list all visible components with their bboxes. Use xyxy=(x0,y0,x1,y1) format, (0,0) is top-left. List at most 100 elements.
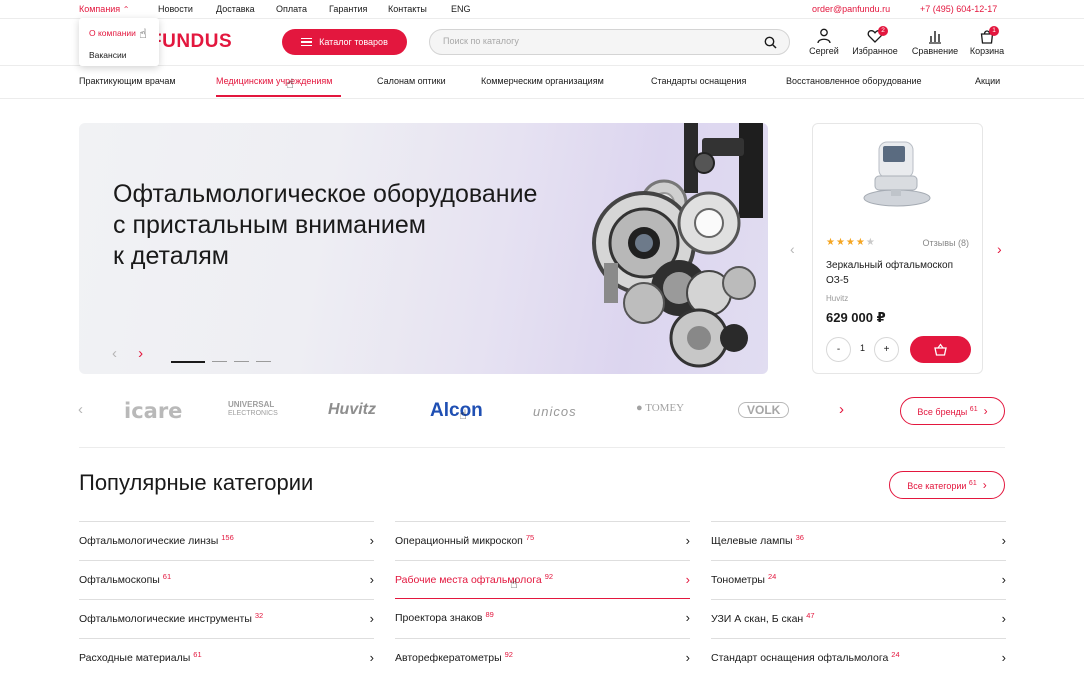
hero-dot-active[interactable] xyxy=(171,360,205,363)
company-menu[interactable]: Компания ⌃ xyxy=(79,4,129,14)
category-name: Авторефкератометры xyxy=(395,652,502,664)
category-count: 61 xyxy=(193,650,202,659)
category-row[interactable]: Операционный микроскоп 75 › xyxy=(395,521,690,560)
topbar-link-warranty[interactable]: Гарантия xyxy=(329,4,367,14)
category-row-hovered[interactable]: Рабочие места офтальмолога 92 › xyxy=(395,560,690,599)
brand-logo-universal[interactable]: UNIVERSAL ELECTRONICS xyxy=(228,401,278,418)
account-button[interactable]: Сергей xyxy=(806,28,842,56)
card-prev-arrow-icon[interactable]: ‹ xyxy=(790,241,795,257)
category-name: Операционный микроскоп xyxy=(395,535,523,547)
search-input[interactable] xyxy=(443,36,743,46)
add-to-cart-button[interactable] xyxy=(910,336,971,363)
brand-logo-tomey[interactable]: ● TOMEY xyxy=(636,402,684,414)
all-categories-text: Все категории xyxy=(907,480,967,491)
category-label: Офтальмологические инструменты 32 xyxy=(79,611,263,625)
chevron-right-icon: › xyxy=(685,610,690,625)
site-logo[interactable]: FUNDUS xyxy=(150,31,232,53)
category-label: УЗИ А скан, Б скан 47 xyxy=(711,611,815,625)
hero-title-line-2: с пристальным вниманием xyxy=(113,211,426,239)
nav-item-optical-salons[interactable]: Салонам оптики xyxy=(377,76,446,86)
catalog-button[interactable]: Каталог товаров xyxy=(282,29,407,55)
all-categories-button[interactable]: Все категории 61 › xyxy=(889,471,1005,499)
topbar-link-payment[interactable]: Оплата xyxy=(276,4,307,14)
product-brand: Huvitz xyxy=(826,294,849,303)
category-row[interactable]: Щелевые лампы 36 › xyxy=(711,521,1006,560)
qty-value[interactable]: 1 xyxy=(860,343,865,353)
mouse-cursor-icon: ☝ xyxy=(139,26,147,41)
chevron-right-icon: › xyxy=(369,533,374,548)
company-dropdown: О компании Вакансии xyxy=(79,18,159,66)
brand-logo-unicos[interactable]: unicos xyxy=(533,404,577,419)
phone-link[interactable]: +7 (495) 604-12-17 xyxy=(920,4,997,14)
category-count: 92 xyxy=(504,650,513,659)
hero-next-arrow-icon[interactable]: › xyxy=(138,345,143,362)
hero-banner[interactable]: Офтальмологическое оборудование с приста… xyxy=(79,123,768,374)
topbar-link-news[interactable]: Новости xyxy=(158,4,193,14)
brand-logo-alcon[interactable]: Alcon xyxy=(430,400,483,422)
compare-button[interactable]: Сравнение xyxy=(910,28,960,56)
category-row[interactable]: Тонометры 24 › xyxy=(711,560,1006,599)
tomey-mark-icon: ● xyxy=(636,402,643,414)
search-icon[interactable] xyxy=(764,36,777,49)
chevron-right-icon: › xyxy=(369,572,374,587)
hero-dot[interactable] xyxy=(234,361,249,363)
nav-item-refurbished[interactable]: Восстановленное оборудование xyxy=(786,76,922,86)
category-row[interactable]: Авторефкератометры 92 › xyxy=(395,638,690,677)
topbar-link-delivery[interactable]: Доставка xyxy=(216,4,255,14)
category-count: 89 xyxy=(485,610,494,619)
favorites-button[interactable]: 2 Избранное xyxy=(850,26,900,56)
nav-item-medical-institutions[interactable]: Медицинским учреждениям xyxy=(216,76,332,86)
category-name: Офтальмоскопы xyxy=(79,574,160,586)
reviews-link[interactable]: Отзывы (8) xyxy=(923,238,969,248)
category-count: 24 xyxy=(767,572,777,581)
mouse-cursor-icon: ☝ xyxy=(286,76,294,91)
nav-item-doctors[interactable]: Практикующим врачам xyxy=(79,76,176,86)
brands-prev-arrow-icon[interactable]: ‹ xyxy=(78,401,83,418)
brand-logo-icare[interactable]: icare xyxy=(124,399,182,423)
category-count: 24 xyxy=(891,650,900,659)
category-row[interactable]: Офтальмоскопы 61 › xyxy=(79,560,374,599)
category-row[interactable]: Проектора знаков 89 › xyxy=(395,599,690,638)
topbar-link-contacts[interactable]: Контакты xyxy=(388,4,427,14)
category-name: Тонометры xyxy=(711,574,765,586)
all-brands-button[interactable]: Все бренды 61 › xyxy=(900,397,1005,425)
nav-item-standards[interactable]: Стандарты оснащения xyxy=(651,76,746,86)
product-card[interactable]: ★★★★★ Отзывы (8) Зеркальный офтальмоскоп… xyxy=(812,123,983,374)
hero-prev-arrow-icon[interactable]: ‹ xyxy=(112,345,117,362)
category-label: Щелевые лампы 36 xyxy=(711,533,804,547)
email-link[interactable]: order@panfundu.ru xyxy=(812,4,890,14)
nav-item-commercial[interactable]: Коммерческим организациям xyxy=(481,76,604,86)
hero-dot[interactable] xyxy=(256,361,271,363)
qty-plus-button[interactable]: + xyxy=(874,337,899,362)
category-name: Проектора знаков xyxy=(395,612,483,624)
category-row[interactable]: Расходные материалы 61 › xyxy=(79,638,374,677)
qty-minus-button[interactable]: - xyxy=(826,337,851,362)
nav-divider xyxy=(0,98,1084,99)
category-row[interactable]: Стандарт оснащения офтальмолога 24 › xyxy=(711,638,1006,677)
dropdown-item-about[interactable]: О компании xyxy=(89,28,136,38)
chevron-right-icon: › xyxy=(369,650,374,665)
brands-divider xyxy=(79,447,1005,448)
brand-logo-volk[interactable]: VOLK xyxy=(738,402,790,418)
brand-universal-sub: ELECTRONICS xyxy=(228,410,278,417)
brand-logo-huvitz[interactable]: Huvitz xyxy=(328,401,376,419)
all-brands-count: 61 xyxy=(969,405,978,413)
dropdown-item-vacancies[interactable]: Вакансии xyxy=(89,50,126,60)
nav-item-promotions[interactable]: Акции xyxy=(975,76,1000,86)
category-row[interactable]: Офтальмологические инструменты 32 › xyxy=(79,599,374,638)
category-label: Офтальмологические линзы 156 xyxy=(79,533,234,547)
product-name[interactable]: Зеркальный офтальмоскоп ОЗ-5 xyxy=(826,258,976,288)
cart-label: Корзина xyxy=(969,46,1005,56)
topbar-link-eng[interactable]: ENG xyxy=(451,4,471,14)
category-name: Щелевые лампы xyxy=(711,535,793,547)
brands-next-arrow-icon[interactable]: › xyxy=(839,401,844,418)
category-row[interactable]: УЗИ А скан, Б скан 47 › xyxy=(711,599,1006,638)
catalog-button-label: Каталог товаров xyxy=(319,37,388,47)
chevron-right-icon: › xyxy=(1001,611,1006,626)
cart-button[interactable]: 1 Корзина xyxy=(966,26,1008,56)
category-column-3: Щелевые лампы 36 › Тонометры 24 › УЗИ А скан… xyxy=(711,521,1006,677)
card-next-arrow-icon[interactable]: › xyxy=(997,241,1002,257)
category-row[interactable]: Офтальмологические линзы 156 › xyxy=(79,521,374,560)
chevron-right-icon: › xyxy=(369,611,374,626)
hero-dot[interactable] xyxy=(212,361,227,363)
